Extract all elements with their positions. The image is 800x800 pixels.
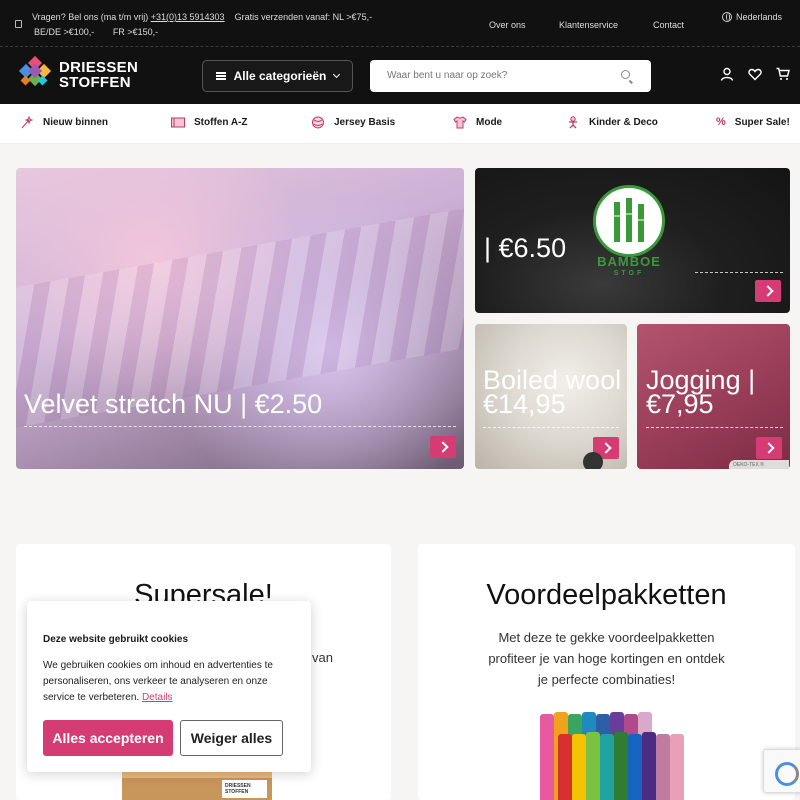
divider (695, 272, 783, 273)
chevron-down-icon (333, 70, 341, 79)
bamboe-logo-line1: BAMBOE (597, 254, 661, 269)
boiled-wool-line2: €14,95 (483, 389, 566, 419)
recaptcha-badge[interactable] (763, 749, 800, 793)
divider (646, 427, 783, 428)
all-categories-label: Alle categorieën (233, 69, 327, 83)
bamboe-tile-label: | €6.50 (484, 233, 567, 263)
language-label: Nederlands (736, 12, 783, 22)
search-icon[interactable] (621, 70, 630, 79)
arrow-right-button[interactable] (755, 280, 781, 302)
shipping-be: BE/DE >€100,- (34, 27, 95, 37)
cookie-buttons: Alles accepteren Weiger alles (43, 720, 283, 756)
category-nieuw-binnen[interactable]: Nieuw binnen (20, 116, 108, 129)
category-kinder-deco[interactable]: Kinder & Deco (566, 116, 658, 129)
divider (24, 426, 456, 427)
category-label: Nieuw binnen (43, 117, 108, 128)
voordeelpakketten-card[interactable]: Voordeelpakketten Met deze te gekke voor… (418, 544, 795, 800)
main-header: DRIESSEN STOFFEN Alle categorieën Waar b… (0, 47, 800, 104)
search-input[interactable]: Waar bent u naar op zoek? (370, 60, 651, 92)
logo-mark (17, 55, 53, 93)
velvet-tile-label: Velvet stretch NU | €2.50 (24, 389, 323, 419)
supersale-text-fragment: van (312, 650, 333, 665)
wishlist-heart-icon[interactable] (748, 67, 762, 81)
category-label: Super Sale! (734, 116, 790, 128)
quality-badge-icon (583, 452, 603, 469)
promo-tile-bamboe[interactable]: | €6.50 BAMBOE STOF (475, 168, 790, 313)
nav-klantenservice[interactable]: Klantenservice (559, 20, 618, 30)
account-icon[interactable] (720, 67, 734, 81)
cookie-title: Deze website gebruikt cookies (43, 634, 189, 645)
shipping-info: Gratis verzenden vanaf: NL >€75,- (234, 12, 373, 22)
jogging-line2: €7,95 (646, 389, 714, 419)
description-line: profiteer je van hoge kortingen en ontde… (488, 651, 725, 666)
language-selector[interactable]: Nederlands (722, 12, 782, 22)
nav-contact[interactable]: Contact (653, 20, 684, 30)
arrow-right-button[interactable] (756, 437, 782, 459)
top-info-bar: Vragen? Bel ons (ma t/m vrij) +31(0)13 5… (0, 0, 800, 47)
shipping-line: BE/DE >€100,- FR >€150,- (34, 27, 174, 37)
category-jersey-basis[interactable]: Jersey Basis (311, 116, 395, 129)
logo[interactable]: DRIESSEN STOFFEN (17, 55, 138, 93)
box-label: DRIESSEN STOFFEN (222, 780, 267, 798)
accept-all-button[interactable]: Alles accepteren (43, 720, 173, 756)
jogging-tile-label: Jogging | €7,95 (646, 367, 755, 419)
contact-line: Vragen? Bel ons (ma t/m vrij) +31(0)13 5… (32, 12, 372, 22)
oeko-tex-badge: OEKO-TEX ® (729, 460, 789, 469)
shirt-icon (453, 116, 467, 129)
search-placeholder: Waar bent u naar op zoek? (387, 70, 508, 81)
cookie-details-link[interactable]: Details (142, 692, 173, 703)
gingerbread-icon (569, 116, 577, 129)
globe-icon (722, 12, 732, 22)
logo-line1: DRIESSEN (59, 59, 139, 76)
reject-all-button[interactable]: Weiger alles (180, 720, 283, 756)
logo-text: DRIESSEN STOFFEN (59, 60, 138, 90)
description-line: je perfecte combinaties! (537, 672, 676, 687)
yarn-icon (312, 116, 324, 129)
category-label: Kinder & Deco (589, 117, 658, 128)
cookie-banner: Deze website gebruikt cookies We gebruik… (27, 601, 311, 772)
logo-line2: STOFFEN (59, 74, 131, 91)
bamboe-logo-line2: STOF (613, 270, 645, 277)
contact-prefix: Vragen? Bel ons (ma t/m vrij) (32, 12, 149, 22)
cart-icon[interactable] (776, 67, 790, 81)
menu-icon (215, 72, 226, 80)
sparkle-icon (21, 116, 34, 129)
divider (483, 427, 619, 428)
bamboo-icon (614, 198, 644, 242)
phone-icon (15, 20, 22, 28)
percent-icon: % (716, 116, 726, 128)
bamboe-logo-text: BAMBOE STOF (587, 254, 671, 280)
fabric-roll-icon (171, 117, 185, 128)
phone-link[interactable]: +31(0)13 5914303 (151, 12, 225, 22)
category-label: Mode (476, 117, 503, 128)
all-categories-button[interactable]: Alle categorieën (202, 60, 353, 92)
nav-over-ons[interactable]: Over ons (489, 20, 526, 30)
fabric-box-image: DRIESSEN STOFFEN (122, 770, 272, 800)
promo-tile-jogging[interactable]: Jogging | €7,95 OEKO-TEX ® (637, 324, 790, 469)
category-label: Stoffen A-Z (194, 117, 248, 128)
promo-tile-velvet[interactable]: Velvet stretch NU | €2.50 (16, 168, 464, 469)
boiled-wool-tile-label: Boiled wool | €14,95 (483, 367, 627, 419)
category-mode[interactable]: Mode (453, 116, 502, 129)
cookie-text: We gebruiken cookies om inhoud en advert… (43, 658, 295, 706)
shipping-fr: FR >€150,- (112, 27, 159, 37)
arrow-right-button[interactable] (430, 436, 456, 458)
category-stoffen-a-z[interactable]: Stoffen A-Z (171, 116, 248, 129)
voordeelpakketten-description: Met deze te gekke voordeelpakketten prof… (418, 627, 795, 690)
bamboe-logo (593, 185, 665, 257)
category-super-sale[interactable]: % Super Sale! (716, 116, 790, 128)
category-bar: Nieuw binnen Stoffen A-Z Jersey Basis Mo… (0, 104, 800, 144)
category-label: Jersey Basis (334, 117, 396, 128)
voordeelpakketten-title: Voordeelpakketten (486, 579, 727, 611)
description-line: Met deze te gekke voordeelpakketten (498, 630, 715, 645)
fabric-rolls-image (536, 712, 696, 800)
promo-tile-boiled-wool[interactable]: Boiled wool | €14,95 (475, 324, 627, 469)
